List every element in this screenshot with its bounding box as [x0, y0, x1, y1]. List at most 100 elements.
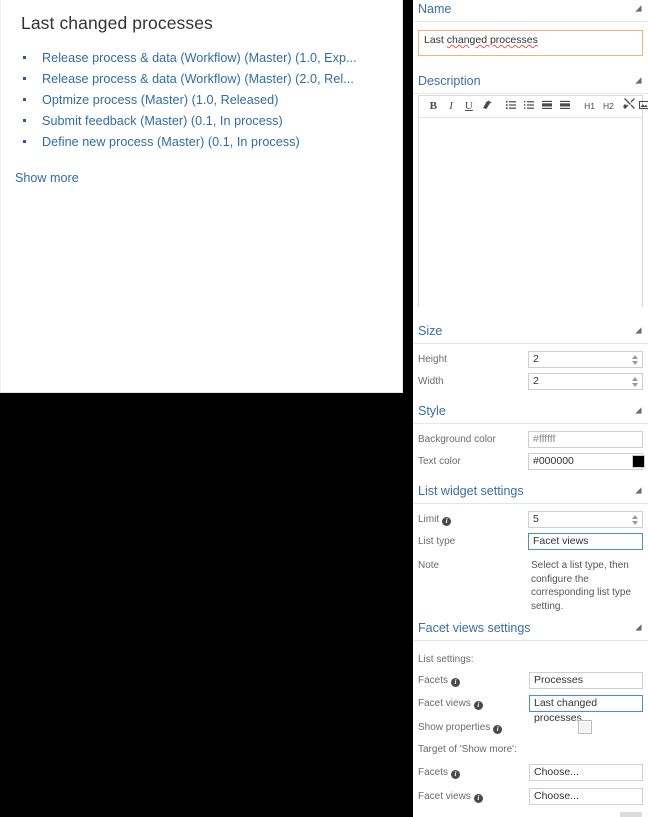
field-row-facets: Facets i Processes	[413, 671, 648, 693]
show-properties-checkbox[interactable]	[578, 720, 592, 734]
app-root: Last changed processes Release process &…	[0, 0, 648, 817]
stepper-up-icon[interactable]	[632, 515, 638, 519]
description-toolbar: B I U H1 H2	[419, 96, 648, 118]
facet-views-select[interactable]: Last changed processes	[529, 695, 643, 724]
spellcheck-underline: changed processes	[446, 34, 538, 46]
info-icon[interactable]: i	[451, 678, 461, 687]
collapse-arrow-icon[interactable]	[634, 486, 643, 495]
bullet-icon	[23, 98, 26, 101]
process-link[interactable]: Release process & data (Workflow) (Maste…	[42, 72, 354, 86]
target-facet-views-select[interactable]: Choose...	[529, 788, 643, 805]
background-color-input[interactable]: #ffffff	[528, 431, 643, 448]
list-item[interactable]: Release process & data (Workflow) (Maste…	[1, 68, 396, 89]
note-text: Select a list type, then configure the c…	[531, 560, 632, 612]
target-facets-label-text: Facets	[418, 767, 449, 778]
field-row-height: Height 2	[413, 350, 648, 372]
field-row-list-type: List type Facet views	[413, 532, 648, 554]
field-row-target-facets: Facets i Choose...	[413, 763, 648, 785]
list-type-select[interactable]: Facet views	[528, 533, 643, 550]
section-title: Description	[418, 74, 481, 88]
limit-stepper[interactable]	[630, 512, 641, 527]
description-textarea[interactable]	[419, 118, 642, 307]
stepper-down-icon[interactable]	[632, 361, 638, 365]
bullet-icon	[23, 77, 26, 80]
section-header-name: Name	[413, 0, 648, 22]
process-link[interactable]: Submit feedback (Master) (0.1, In proces…	[42, 114, 283, 128]
panel-bottom-handle[interactable]	[620, 812, 642, 817]
heading-1-icon[interactable]: H1	[582, 96, 598, 117]
collapse-arrow-icon[interactable]	[634, 326, 643, 335]
outdent-icon[interactable]	[539, 96, 554, 117]
facets-label: Facets i	[418, 675, 461, 687]
process-link[interactable]: Release process & data (Workflow) (Maste…	[42, 51, 357, 65]
collapse-arrow-icon[interactable]	[634, 623, 643, 632]
limit-input[interactable]: 5	[528, 511, 643, 528]
target-show-more-label: Target of 'Show more':	[418, 744, 517, 755]
section-header-list-widget-settings: List widget settings	[413, 482, 648, 504]
heading-2-icon[interactable]: H2	[600, 96, 616, 117]
bullet-list-icon[interactable]	[504, 96, 519, 117]
text-color-input[interactable]: #000000	[528, 453, 643, 470]
collapse-arrow-icon[interactable]	[634, 4, 643, 13]
background-color-label: Background color	[418, 434, 496, 445]
bold-icon[interactable]: B	[426, 96, 441, 117]
facet-views-label-text: Facet views	[418, 698, 471, 709]
list-item[interactable]: Define new process (Master) (0.1, In pro…	[1, 131, 396, 152]
underline-icon[interactable]: U	[461, 96, 476, 117]
field-row-target-facet-views: Facet views i Choose...	[413, 787, 648, 809]
height-label: Height	[418, 354, 447, 365]
target-facet-views-label: Facet views i	[418, 791, 483, 803]
stepper-up-icon[interactable]	[632, 377, 638, 381]
field-row-background-color: Background color #ffffff	[413, 430, 648, 452]
italic-icon[interactable]: I	[444, 96, 459, 117]
process-link[interactable]: Define new process (Master) (0.1, In pro…	[42, 135, 300, 149]
text-color-swatch[interactable]	[632, 455, 645, 468]
bullet-icon	[23, 56, 26, 59]
list-type-label: List type	[418, 536, 456, 547]
indent-icon[interactable]	[557, 96, 572, 117]
info-icon[interactable]: i	[442, 517, 452, 526]
name-input[interactable]: Last changed processes	[418, 30, 643, 56]
stepper-down-icon[interactable]	[632, 521, 638, 525]
show-more-link[interactable]: Show more	[15, 171, 79, 185]
show-properties-label-text: Show properties	[418, 722, 491, 733]
description-editor: B I U H1 H2	[418, 95, 648, 307]
properties-panel: Name Last changed processes Description …	[413, 0, 648, 817]
width-input[interactable]: 2	[528, 373, 643, 390]
info-icon[interactable]: i	[473, 701, 483, 710]
facets-select[interactable]: Processes	[529, 672, 643, 689]
process-link[interactable]: Optmize process (Master) (1.0, Released)	[42, 93, 278, 107]
info-icon[interactable]: i	[473, 794, 483, 803]
image-icon[interactable]	[637, 96, 648, 117]
section-title: Name	[418, 2, 452, 16]
height-input[interactable]: 2	[528, 351, 643, 368]
field-row-show-properties: Show properties i	[413, 718, 648, 740]
remove-format-icon[interactable]	[479, 96, 494, 117]
section-title: Size	[418, 324, 443, 338]
bullet-icon	[23, 140, 26, 143]
height-stepper[interactable]	[630, 352, 641, 367]
facets-label-text: Facets	[418, 675, 449, 686]
show-properties-label: Show properties i	[418, 722, 503, 734]
limit-label-text: Limit	[418, 514, 440, 525]
target-facets-select[interactable]: Choose...	[529, 764, 643, 781]
stepper-up-icon[interactable]	[632, 355, 638, 359]
stepper-down-icon[interactable]	[632, 383, 638, 387]
list-settings-label: List settings:	[418, 654, 474, 665]
info-icon[interactable]: i	[451, 770, 461, 779]
width-stepper[interactable]	[630, 374, 641, 389]
numbered-list-icon[interactable]	[521, 96, 536, 117]
info-icon[interactable]: i	[493, 725, 503, 734]
field-row-text-color: Text color #000000	[413, 452, 648, 474]
widget-title: Last changed processes	[21, 13, 213, 33]
field-row-note: Note Select a list type, then configure …	[413, 556, 648, 612]
fullscreen-icon[interactable]	[622, 96, 637, 117]
collapse-arrow-icon[interactable]	[634, 406, 643, 415]
list-item[interactable]: Submit feedback (Master) (0.1, In proces…	[1, 110, 396, 131]
section-header-style: Style	[413, 402, 648, 424]
list-item[interactable]: Release process & data (Workflow) (Maste…	[1, 47, 396, 68]
list-item[interactable]: Optmize process (Master) (1.0, Released)	[1, 89, 396, 110]
section-header-size: Size	[413, 322, 648, 344]
collapse-arrow-icon[interactable]	[634, 76, 643, 85]
target-facets-label: Facets i	[418, 767, 461, 779]
